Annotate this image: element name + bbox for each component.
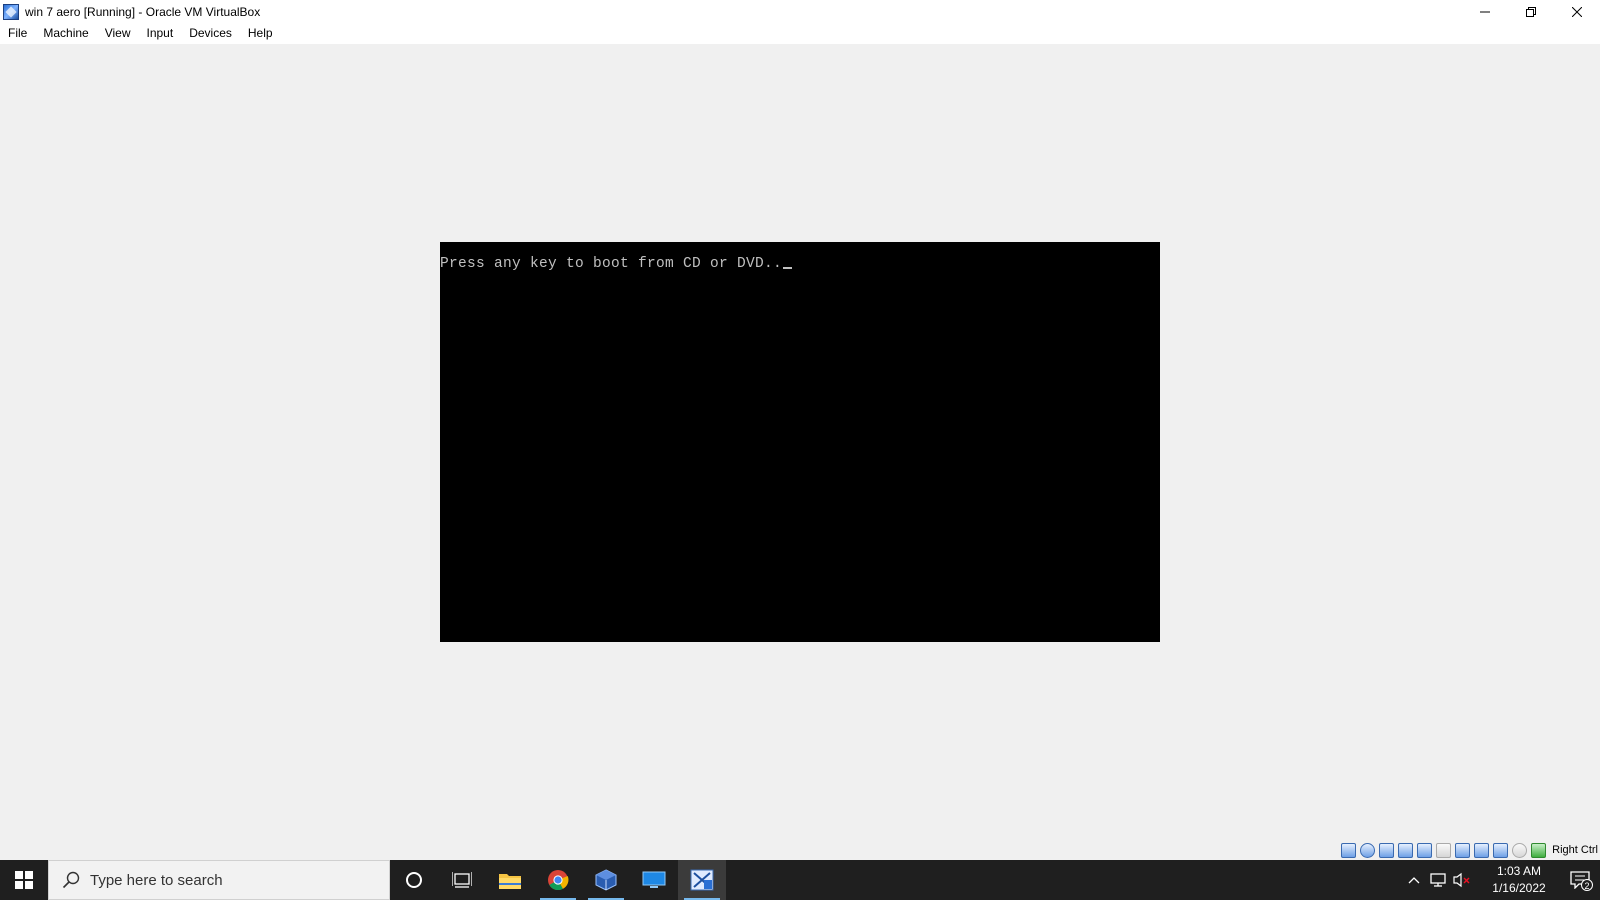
search-icon xyxy=(62,871,80,889)
usb-icon[interactable] xyxy=(1417,842,1433,858)
vm-console-text: Press any key to boot from CD or DVD.. xyxy=(440,256,783,272)
chrome-icon xyxy=(548,870,569,891)
notification-count-badge: 2 xyxy=(1581,879,1593,891)
menu-view[interactable]: View xyxy=(97,23,139,44)
display-icon[interactable] xyxy=(1455,842,1471,858)
host-key-label: Right Ctrl xyxy=(1552,844,1598,856)
windows-logo-icon xyxy=(15,871,33,889)
network-tray-button[interactable] xyxy=(1426,860,1450,900)
volume-tray-button[interactable] xyxy=(1450,860,1474,900)
network-icon[interactable] xyxy=(1398,842,1414,858)
system-tray: 1:03 AM 1/16/2022 2 xyxy=(1402,860,1600,900)
video-capture-icon[interactable] xyxy=(1474,842,1490,858)
menu-help[interactable]: Help xyxy=(240,23,281,44)
restore-button[interactable] xyxy=(1508,0,1554,23)
clock-time: 1:03 AM xyxy=(1496,864,1542,878)
cortana-icon xyxy=(406,872,422,888)
taskbar-file-explorer[interactable] xyxy=(486,860,534,900)
taskbar: Type here to search 1:03 AM 1/16/2022 2 xyxy=(0,860,1600,900)
file-explorer-icon xyxy=(499,874,521,889)
virtualization-icon[interactable] xyxy=(1493,842,1509,858)
taskbar-virtualbox-vm[interactable] xyxy=(678,860,726,900)
menu-file[interactable]: File xyxy=(0,23,35,44)
virtualbox-vm-icon xyxy=(3,3,19,20)
optical-drive-icon[interactable] xyxy=(1360,842,1376,858)
minimize-button[interactable] xyxy=(1462,0,1508,23)
network-icon xyxy=(1430,873,1446,887)
restore-icon xyxy=(1526,6,1536,17)
vm-status-bar: Right Ctrl xyxy=(1341,840,1600,860)
close-button[interactable] xyxy=(1554,0,1600,23)
mouse-integration-icon[interactable] xyxy=(1512,842,1528,858)
action-center-button[interactable]: 2 xyxy=(1560,860,1600,900)
keyboard-icon[interactable] xyxy=(1531,842,1547,858)
menu-input[interactable]: Input xyxy=(139,23,182,44)
menu-bar: File Machine View Input Devices Help xyxy=(0,23,1600,44)
virtualbox-icon xyxy=(595,869,617,891)
remote-desktop-icon xyxy=(642,871,666,888)
taskbar-chrome[interactable] xyxy=(534,860,582,900)
task-view-icon xyxy=(452,872,472,888)
volume-muted-icon xyxy=(1453,872,1470,888)
cortana-button[interactable] xyxy=(390,860,438,900)
menu-devices[interactable]: Devices xyxy=(181,23,240,44)
vm-console-line: Press any key to boot from CD or DVD.. xyxy=(440,256,793,272)
title-bar: win 7 aero [Running] - Oracle VM Virtual… xyxy=(0,0,1600,23)
audio-icon[interactable] xyxy=(1379,842,1395,858)
task-view-button[interactable] xyxy=(438,860,486,900)
taskbar-virtualbox[interactable] xyxy=(582,860,630,900)
start-button[interactable] xyxy=(0,860,48,900)
taskbar-remote-desktop[interactable] xyxy=(630,860,678,900)
window-title: win 7 aero [Running] - Oracle VM Virtual… xyxy=(25,4,261,19)
taskbar-clock[interactable]: 1:03 AM 1/16/2022 xyxy=(1478,863,1560,897)
taskbar-search[interactable]: Type here to search xyxy=(48,860,390,900)
clock-date: 1/16/2022 xyxy=(1492,881,1546,895)
hard-disk-icon[interactable] xyxy=(1341,842,1357,858)
search-placeholder: Type here to search xyxy=(90,871,223,889)
minimize-icon xyxy=(1480,11,1490,12)
text-cursor xyxy=(783,267,793,269)
menu-machine[interactable]: Machine xyxy=(35,23,96,44)
vm-display[interactable]: Press any key to boot from CD or DVD.. xyxy=(440,242,1160,642)
close-icon xyxy=(1572,6,1582,17)
virtualbox-vm-icon xyxy=(690,869,714,891)
shared-folders-icon[interactable] xyxy=(1436,842,1452,858)
chevron-up-icon xyxy=(1408,877,1420,884)
window-controls xyxy=(1462,0,1600,23)
show-hidden-icons-button[interactable] xyxy=(1402,860,1426,900)
